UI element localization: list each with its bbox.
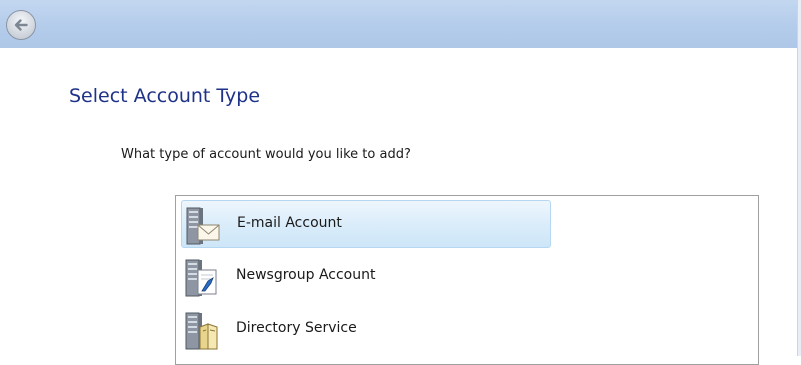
email-server-icon <box>185 206 221 246</box>
newsgroup-server-icon <box>184 258 220 298</box>
directory-server-icon <box>184 311 220 351</box>
page-title: Select Account Type <box>69 85 261 107</box>
title-bar <box>0 0 801 48</box>
window-edge <box>797 0 801 356</box>
account-wizard-window: Select Account Type What type of account… <box>0 0 801 365</box>
question-label: What type of account would you like to a… <box>121 147 411 162</box>
account-item-label: Newsgroup Account <box>236 267 376 283</box>
back-arrow-icon <box>6 10 36 40</box>
account-item-label: Directory Service <box>236 320 357 336</box>
account-item-label: E-mail Account <box>237 215 342 231</box>
account-item-newsgroup[interactable]: Newsgroup Account <box>181 253 551 301</box>
back-button[interactable] <box>5 9 37 41</box>
account-item-email[interactable]: E-mail Account <box>181 200 551 248</box>
account-type-list[interactable]: E-mail Account Newsgroup Account Directo… <box>175 195 759 365</box>
account-item-directory[interactable]: Directory Service <box>181 306 551 354</box>
